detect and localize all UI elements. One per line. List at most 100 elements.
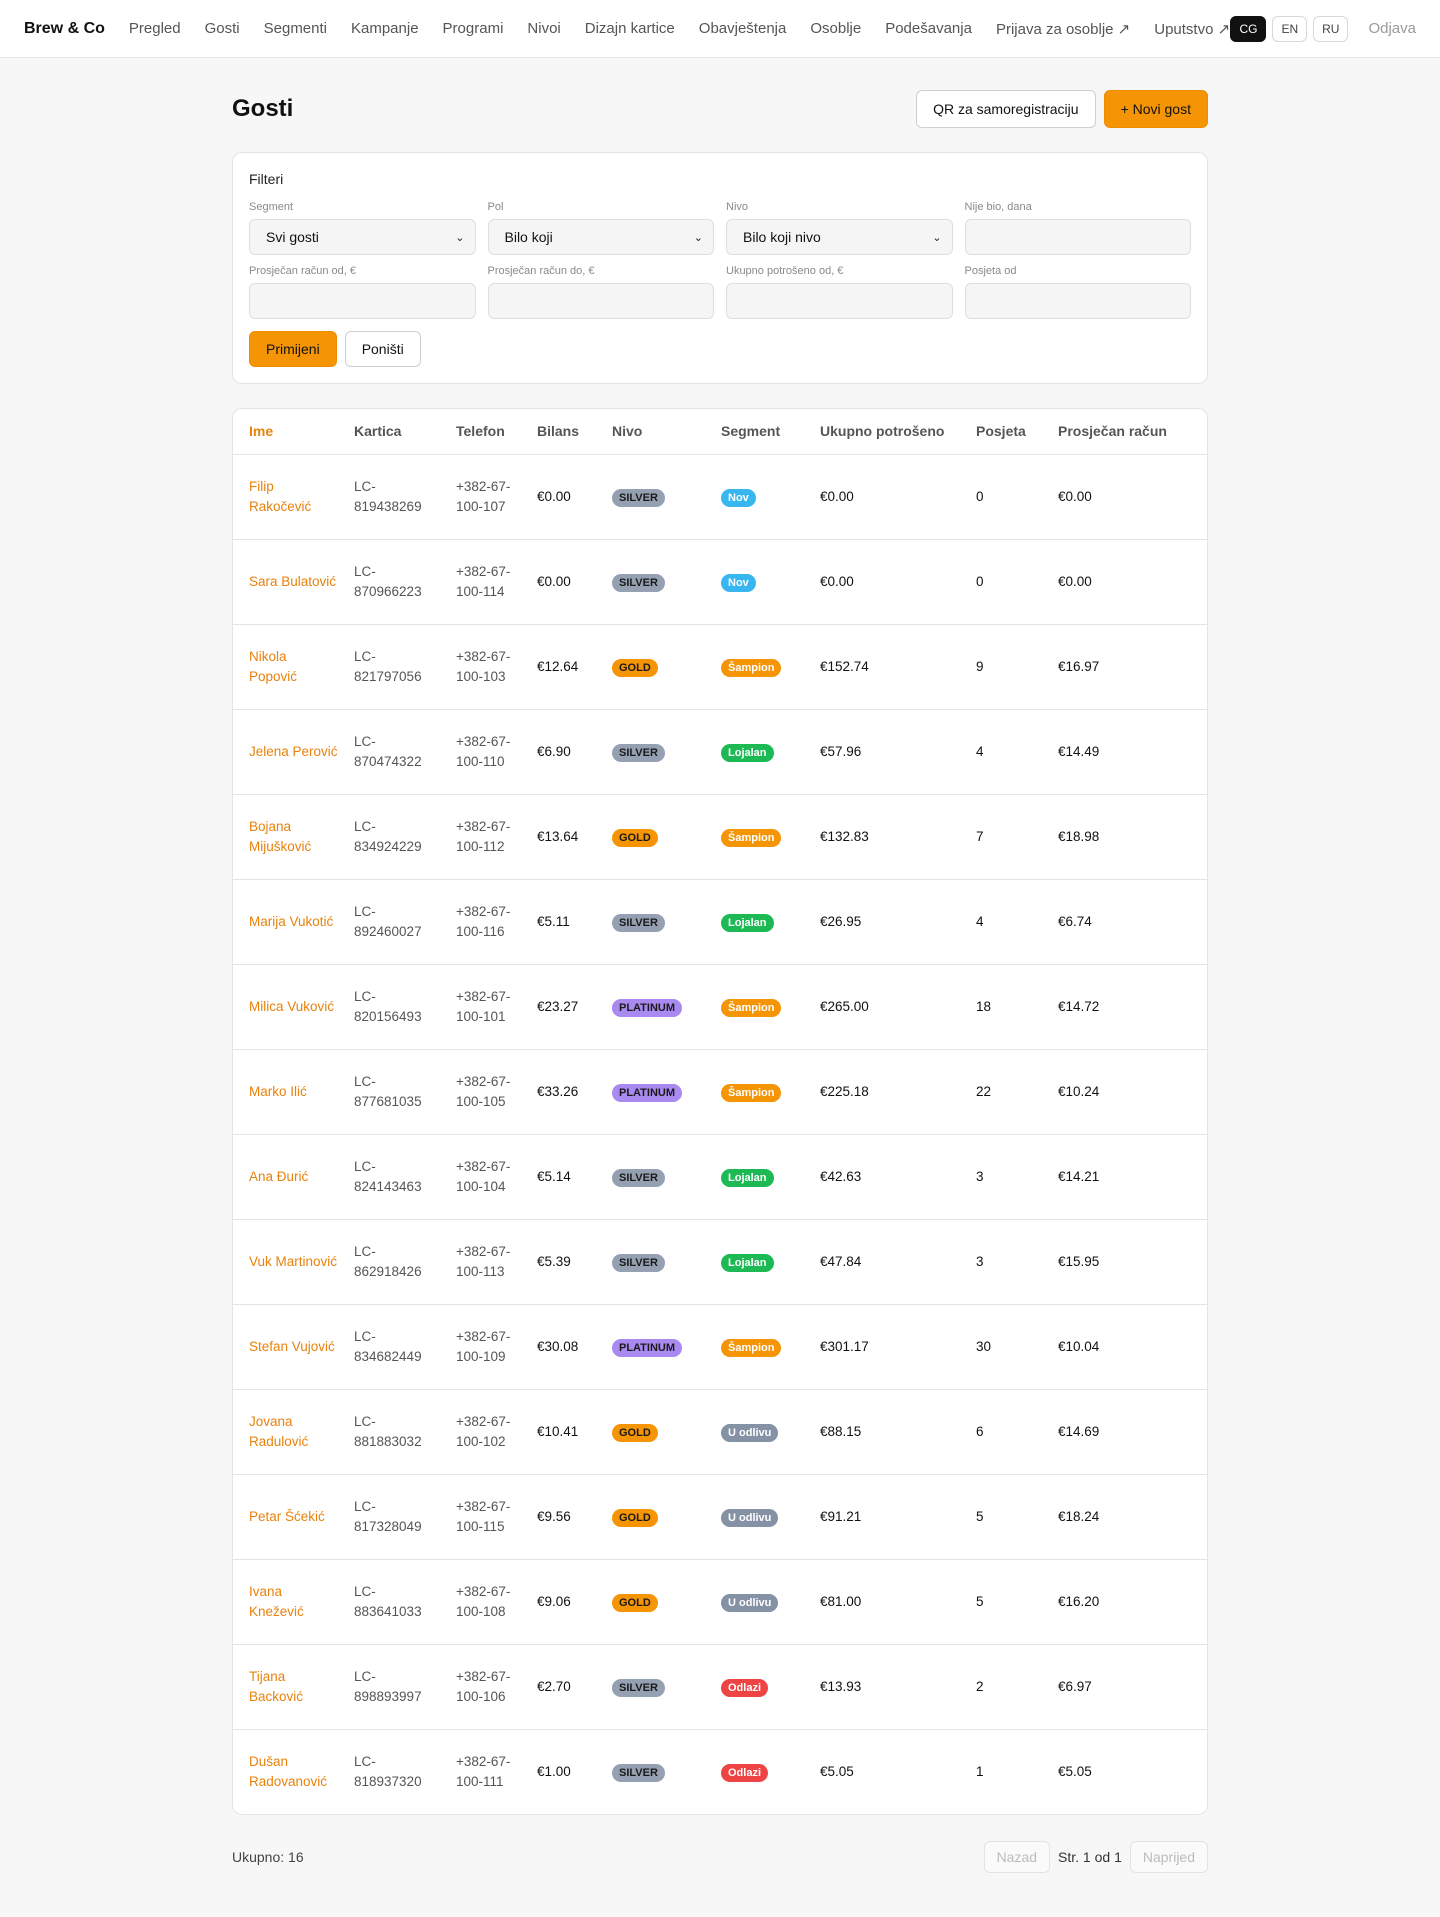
- filter-segment: Segment Svi gosti ⌄: [249, 201, 476, 255]
- guests-table: Ime Kartica Telefon Bilans Nivo Segment …: [233, 409, 1207, 1814]
- level-badge: GOLD: [612, 1508, 658, 1527]
- nav-link-kampanje[interactable]: Kampanje: [351, 20, 419, 37]
- guest-card-number: LC-819438269: [354, 478, 422, 514]
- guest-total-spent: €47.84: [820, 1253, 862, 1269]
- guest-visits: 2: [976, 1678, 984, 1694]
- col-header-level[interactable]: Nivo: [604, 409, 713, 455]
- guest-name-link[interactable]: Sara Bulatović: [249, 574, 336, 589]
- table-row[interactable]: Marko Ilić LC-877681035 +382-67-100-105 €33…: [233, 1049, 1207, 1135]
- nav-link-nivoi[interactable]: Nivoi: [527, 20, 560, 37]
- not-visited-days-input[interactable]: [964, 219, 1191, 255]
- nav-link-gosti[interactable]: Gosti: [205, 20, 240, 37]
- table-row[interactable]: Jovana Radulović LC-881883032 +382-67-100-…: [233, 1389, 1207, 1475]
- table-row[interactable]: Tijana Backović LC-898893997 +382-67-100-1…: [233, 1644, 1207, 1730]
- level-badge: GOLD: [612, 1423, 658, 1442]
- prev-page-button[interactable]: Nazad: [983, 1841, 1051, 1873]
- avg-check-from-input[interactable]: [249, 283, 476, 319]
- col-header-name[interactable]: Ime: [233, 409, 346, 455]
- brand-logo[interactable]: Brew & Co: [24, 20, 105, 38]
- nav-link-dizajn-kartice[interactable]: Dizajn kartice: [585, 20, 675, 37]
- avg-check-to-input[interactable]: [487, 283, 714, 319]
- table-row[interactable]: Milica Vuković LC-820156493 +382-67-100-10…: [233, 964, 1207, 1050]
- guest-card-number: LC-834682449: [354, 1328, 422, 1364]
- apply-filters-button[interactable]: Primijeni: [249, 331, 337, 367]
- guest-name-link[interactable]: Bojana Mijušković: [249, 819, 311, 854]
- table-row[interactable]: Stefan Vujović LC-834682449 +382-67-100-10…: [233, 1304, 1207, 1390]
- qr-registration-button[interactable]: QR za samoregistraciju: [916, 90, 1096, 128]
- nav-link-uputstvo[interactable]: Uputstvo ↗: [1154, 20, 1230, 38]
- table-row[interactable]: Nikola Popović LC-821797056 +382-67-100-10…: [233, 624, 1207, 710]
- gender-select[interactable]: Bilo koji ⌄: [487, 219, 714, 255]
- filter-avg-from-label: Prosječan račun od, €: [249, 265, 357, 277]
- new-guest-button[interactable]: + Novi gost: [1103, 90, 1208, 128]
- lang-button-cg[interactable]: CG: [1230, 15, 1267, 42]
- col-header-segment[interactable]: Segment: [713, 409, 812, 455]
- table-row[interactable]: Ana Đurić LC-824143463 +382-67-100-104 €5.1…: [233, 1134, 1207, 1220]
- guest-card-number: LC-870474322: [354, 733, 422, 769]
- next-page-button[interactable]: Naprijed: [1129, 1841, 1208, 1873]
- nav-link-podesavanja[interactable]: Podešavanja: [885, 20, 972, 37]
- level-select[interactable]: Bilo koji nivo ⌄: [726, 219, 953, 255]
- col-header-visits[interactable]: Posjeta: [968, 409, 1050, 455]
- nav-link-segmenti[interactable]: Segmenti: [264, 20, 327, 37]
- guest-name-link[interactable]: Dušan Radovanović: [249, 1754, 327, 1789]
- guest-card-number: LC-817328049: [354, 1498, 422, 1534]
- guest-name-link[interactable]: Jovana Radulović: [249, 1414, 308, 1449]
- guest-card-number: LC-820156493: [354, 988, 422, 1024]
- table-row[interactable]: Jelena Perović LC-870474322 +382-67-100-11…: [233, 709, 1207, 795]
- nav-link-osoblje[interactable]: Osoblje: [810, 20, 861, 37]
- level-badge: SILVER: [612, 913, 665, 932]
- segment-badge: Šampion: [721, 998, 782, 1017]
- table-row[interactable]: Vuk Martinović LC-862918426 +382-67-100-11…: [233, 1219, 1207, 1305]
- nav-link-programi[interactable]: Programi: [443, 20, 504, 37]
- guest-total-spent: €13.93: [820, 1678, 862, 1694]
- nav-link-prijava-osoblje[interactable]: Prijava za osoblje ↗: [996, 20, 1130, 38]
- guest-name-link[interactable]: Jelena Perović: [249, 744, 338, 759]
- guest-name-link[interactable]: Stefan Vujović: [249, 1339, 335, 1354]
- guest-name-link[interactable]: Marko Ilić: [249, 1084, 307, 1099]
- guest-card-number: LC-898893997: [354, 1668, 422, 1704]
- nav-links: Pregled Gosti Segmenti Kampanje Programi…: [129, 20, 1231, 38]
- guest-name-link[interactable]: Milica Vuković: [249, 999, 334, 1014]
- guest-name-link[interactable]: Tijana Backović: [249, 1669, 303, 1704]
- guest-card-number: LC-862918426: [354, 1243, 422, 1279]
- lang-button-en[interactable]: EN: [1272, 15, 1308, 42]
- guest-phone: +382-67-100-112: [456, 818, 511, 854]
- guest-visits: 7: [976, 828, 984, 844]
- guest-name-link[interactable]: Marija Vukotić: [249, 914, 333, 929]
- guest-name-link[interactable]: Filip Rakočević: [249, 479, 311, 514]
- guest-balance: €12.64: [537, 658, 579, 674]
- table-row[interactable]: Ivana Knežević LC-883641033 +382-67-100-10…: [233, 1559, 1207, 1645]
- table-row[interactable]: Filip Rakočević LC-819438269 +382-67-100-1…: [233, 454, 1207, 540]
- table-row[interactable]: Bojana Mijušković LC-834924229 +382-67-100…: [233, 794, 1207, 880]
- segment-badge: U odlivu: [721, 1508, 779, 1527]
- table-row[interactable]: Marija Vukotić LC-892460027 +382-67-100-11…: [233, 879, 1207, 965]
- guest-name-link[interactable]: Ivana Knežević: [249, 1584, 304, 1619]
- visits-from-input[interactable]: [964, 283, 1191, 319]
- col-header-avg-check[interactable]: Prosječan račun: [1050, 409, 1207, 455]
- guest-balance: €23.27: [537, 998, 579, 1014]
- guest-name-link[interactable]: Ana Đurić: [249, 1169, 308, 1184]
- col-header-balance[interactable]: Bilans: [529, 409, 604, 455]
- table-row[interactable]: Dušan Radovanović LC-818937320 +382-67-100…: [233, 1729, 1207, 1814]
- nav-link-obavjestenja[interactable]: Obavještenja: [699, 20, 787, 37]
- total-spent-from-input[interactable]: [726, 283, 953, 319]
- lang-button-ru[interactable]: RU: [1313, 15, 1349, 42]
- filter-gender: Pol Bilo koji ⌄: [487, 201, 714, 255]
- guest-balance: €0.00: [537, 573, 571, 589]
- guest-visits: 6: [976, 1423, 984, 1439]
- logout-link[interactable]: Odjava: [1368, 20, 1416, 37]
- col-header-card[interactable]: Kartica: [346, 409, 448, 455]
- col-header-total-spent[interactable]: Ukupno potrošeno: [812, 409, 968, 455]
- guest-name-link[interactable]: Nikola Popović: [249, 649, 297, 684]
- guest-name-link[interactable]: Vuk Martinović: [249, 1254, 337, 1269]
- chevron-down-icon: ⌄: [455, 231, 465, 244]
- guest-name-link[interactable]: Petar Šćekić: [249, 1509, 325, 1524]
- table-row[interactable]: Petar Šćekić LC-817328049 +382-67-100-115 €…: [233, 1474, 1207, 1560]
- guest-avg-check: €18.24: [1058, 1508, 1100, 1524]
- nav-link-pregled[interactable]: Pregled: [129, 20, 181, 37]
- reset-filters-button[interactable]: Poništi: [344, 331, 421, 367]
- col-header-phone[interactable]: Telefon: [448, 409, 529, 455]
- segment-select[interactable]: Svi gosti ⌄: [249, 219, 476, 255]
- table-row[interactable]: Sara Bulatović LC-870966223 +382-67-100-11…: [233, 539, 1207, 625]
